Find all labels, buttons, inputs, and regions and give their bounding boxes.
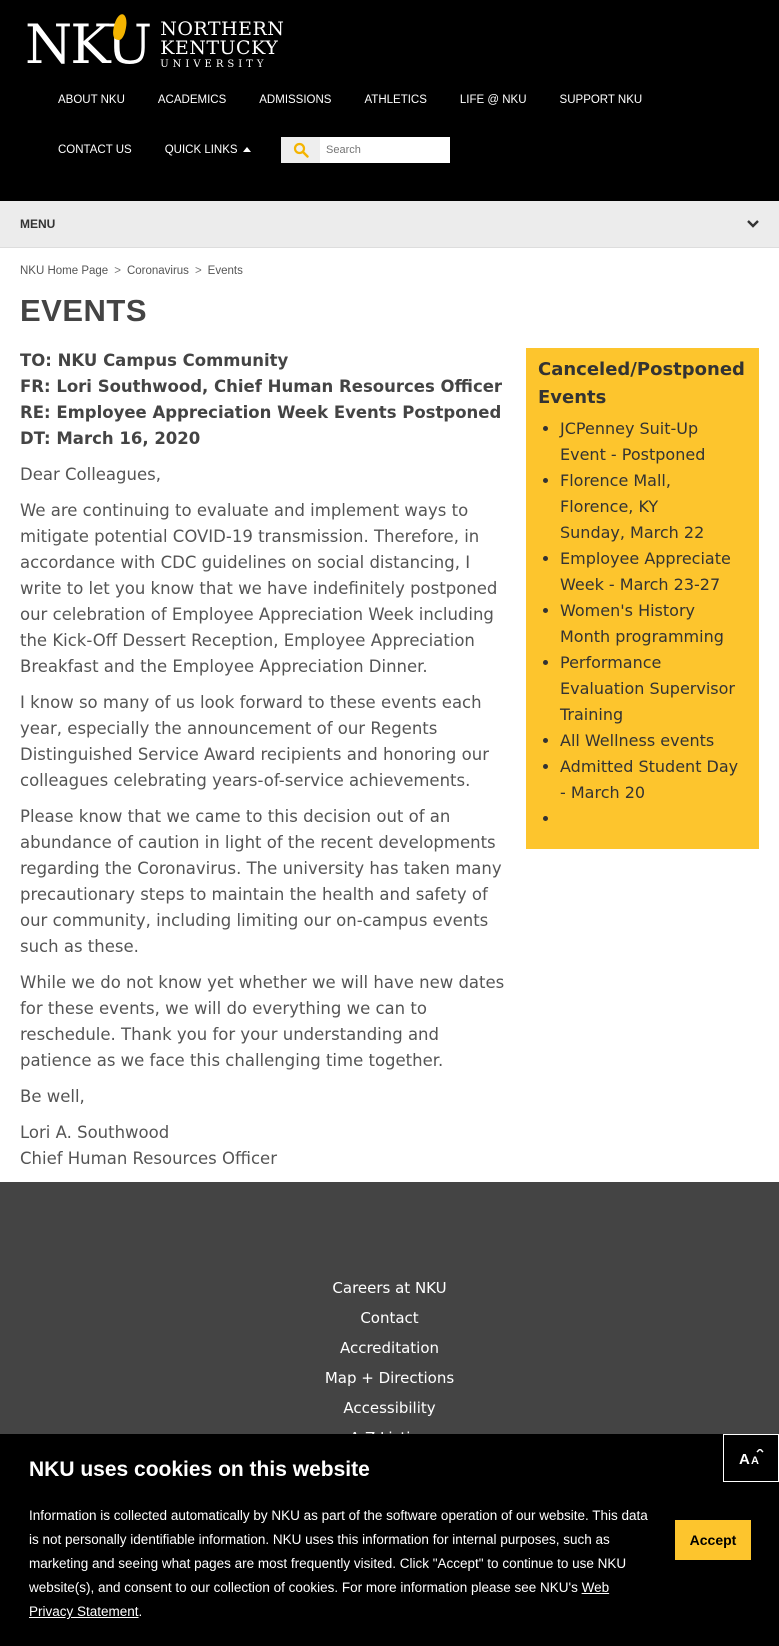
footer-link-careers[interactable]: Careers at NKU (0, 1273, 779, 1303)
search-button[interactable] (281, 137, 320, 163)
list-item: Women's History Month programming (560, 598, 747, 650)
logo-mark: NKU (25, 13, 152, 76)
breadcrumb-separator: > (194, 265, 202, 277)
list-item: Admitted Student Day - March 20 (560, 754, 747, 806)
footer-links: Careers at NKU Contact Accreditation Map… (0, 1273, 779, 1453)
event-performance-training: Performance Evaluation Supervisor Traini… (560, 653, 735, 724)
caret-up-icon (242, 147, 251, 153)
breadcrumb-separator: > (114, 265, 121, 277)
signature-title: Chief Human Resources Officer (20, 1149, 277, 1168)
logo-wordmark: NORTHERN KENTUCKY UNIVERSITY (160, 20, 284, 70)
sidebar-title: Canceled/Postponed Events (538, 359, 745, 408)
menu-label: MENU (20, 217, 56, 231)
breadcrumb-events[interactable]: Events (208, 265, 243, 277)
nav-quick-links[interactable]: QUICK LINKS (165, 144, 251, 156)
closing: Be well, (20, 1087, 85, 1106)
canceled-events-list: JCPenney Suit-Up Event - Postponed Flore… (538, 416, 747, 832)
list-item: Performance Evaluation Supervisor Traini… (560, 650, 747, 728)
memo-header: TO: NKU Campus Community FR: Lori Southw… (20, 348, 510, 452)
nav-life[interactable]: LIFE @ NKU (460, 94, 527, 106)
nav-admissions[interactable]: ADMISSIONS (259, 94, 331, 106)
chevron-down-icon (747, 220, 759, 228)
accessibility-tools-button[interactable]: A A (723, 1434, 779, 1482)
nav-support[interactable]: SUPPORT NKU (560, 94, 643, 106)
search-icon (293, 142, 309, 158)
list-item: Florence Mall, Florence, KY Sunday, March… (560, 468, 747, 546)
main-content: TO: NKU Campus Community FR: Lori Southw… (20, 348, 510, 1172)
canceled-events-sidebar: Canceled/Postponed Events JCPenney Suit-… (526, 348, 759, 849)
event-employee-week: Employee Appreciate Week - March 23-27 (560, 549, 731, 594)
logo-line-2: KENTUCKY (160, 37, 279, 59)
secondary-nav: CONTACT US QUICK LINKS (58, 144, 284, 156)
cookie-text: Information is collected automatically b… (29, 1508, 648, 1619)
nku-logo[interactable]: NKU NORTHERN KENTUCKY UNIVERSITY (25, 13, 284, 76)
breadcrumb-home[interactable]: NKU Home Page (20, 265, 108, 277)
footer-link-map[interactable]: Map + Directions (0, 1363, 779, 1393)
text-size-icon: A A (739, 1449, 764, 1467)
event-jcpenney: JCPenney Suit-Up Event - Postponed (560, 419, 706, 464)
quick-links-label: QUICK LINKS (164, 144, 238, 156)
page-title: EVENTS (20, 293, 148, 328)
event-florence-mall: Florence Mall, Florence, KY (560, 471, 671, 516)
cookie-title: NKU uses cookies on this website (29, 1458, 370, 1481)
accept-button[interactable]: Accept (675, 1520, 751, 1560)
paragraph-3: Please know that we came to this decisio… (20, 807, 502, 956)
breadcrumb: NKU Home Page > Coronavirus > Events (20, 265, 243, 277)
footer-link-accessibility[interactable]: Accessibility (0, 1393, 779, 1423)
event-admitted-student-day: Admitted Student Day - March 20 (560, 757, 739, 802)
list-item: JCPenney Suit-Up Event - Postponed (560, 416, 747, 468)
svg-text:A: A (751, 1455, 759, 1467)
paragraph-4: While we do not know yet whether we will… (20, 973, 505, 1070)
event-wellness: All Wellness events (560, 731, 715, 750)
list-item-empty (560, 806, 747, 832)
memo-to: TO: NKU Campus Community (20, 351, 289, 370)
nav-about[interactable]: ABOUT NKU (58, 94, 125, 106)
nav-academics[interactable]: ACADEMICS (158, 94, 226, 106)
list-item: Employee Appreciate Week - March 23-27 (560, 546, 747, 598)
footer-link-contact[interactable]: Contact (0, 1303, 779, 1333)
memo-from: FR: Lori Southwood, Chief Human Resource… (20, 377, 503, 396)
greeting: Dear Colleagues, (20, 465, 161, 484)
primary-nav: ABOUT NKU ACADEMICS ADMISSIONS ATHLETICS… (58, 94, 675, 106)
cookie-body: Information is collected automatically b… (29, 1508, 648, 1595)
breadcrumb-coronavirus[interactable]: Coronavirus (127, 265, 189, 277)
list-item: All Wellness events (560, 728, 747, 754)
svg-text:A: A (739, 1451, 750, 1467)
site-header: NKU NORTHERN KENTUCKY UNIVERSITY ABOUT N… (0, 0, 779, 201)
event-florence-date: Sunday, March 22 (560, 523, 705, 542)
memo-date: DT: March 16, 2020 (20, 429, 201, 448)
footer-link-accreditation[interactable]: Accreditation (0, 1333, 779, 1363)
search-box (281, 137, 450, 163)
event-womens-history: Women's History Month programming (560, 601, 724, 646)
nav-athletics[interactable]: ATHLETICS (364, 94, 426, 106)
cookie-banner: NKU uses cookies on this website Informa… (0, 1434, 779, 1646)
search-input[interactable] (320, 138, 448, 162)
menu-toggle[interactable]: MENU (0, 201, 779, 248)
signature-name: Lori A. Southwood (20, 1123, 170, 1142)
memo-re: RE: Employee Appreciation Week Events Po… (20, 403, 502, 422)
paragraph-2: I know so many of us look forward to the… (20, 693, 489, 790)
paragraph-1: We are continuing to evaluate and implem… (20, 501, 498, 676)
logo-line-3: UNIVERSITY (160, 59, 268, 70)
nav-contact-us[interactable]: CONTACT US (58, 144, 132, 156)
